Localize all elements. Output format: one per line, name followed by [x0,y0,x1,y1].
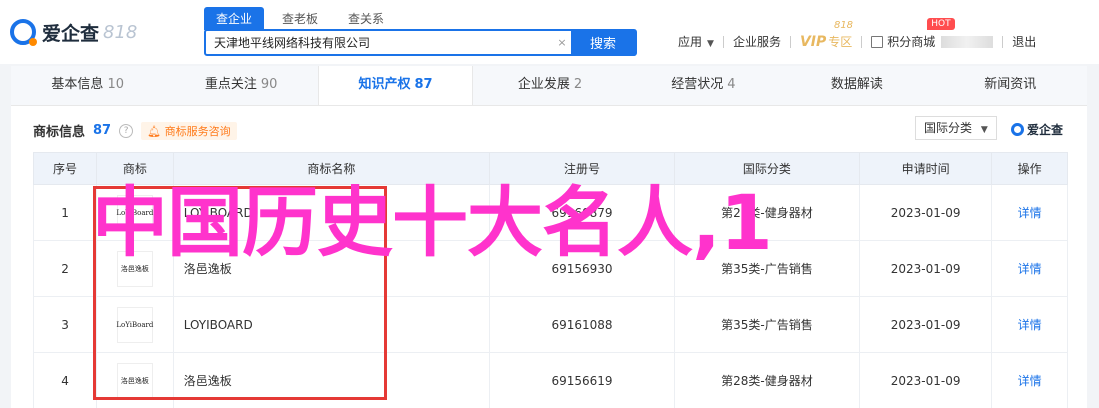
logo-text: 爱企查 [42,22,100,45]
filter-label: 国际分类 [924,121,973,135]
divider [789,35,791,48]
tab-development[interactable]: 企业发展 2 [473,66,626,105]
tab-label: 基本信息 [51,77,104,92]
tab-count: 10 [107,77,124,92]
gift-icon [871,36,884,48]
nav-points[interactable]: 积分商城 HOT [871,18,955,50]
tab-label: 重点关注 [204,77,257,92]
logout-link[interactable]: 退出 [1012,33,1036,50]
chevron-down-icon: ▼ [980,125,988,135]
intl-class: 第35类-广告销售 [673,296,860,353]
top-header: 爱企查 818 查企业 查老板 查关系 × 搜索 应用 ▼ 企业服务 818 VI… [0,0,1099,64]
consult-button[interactable]: 🔔︎ 商标服务咨询 [141,121,237,140]
brand-text: 爱企查 [1027,123,1064,137]
clear-icon[interactable]: × [553,31,571,54]
user-name-masked[interactable] [941,35,994,48]
tab-operation[interactable]: 经营状况 4 [627,66,780,105]
section-count: 87 [93,123,112,138]
apply-date: 2023-01-09 [858,184,993,241]
consult-label: 商标服务咨询 [164,124,231,138]
class-filter-select[interactable]: 国际分类 ▼ [915,116,997,140]
row-no: 1 [32,184,98,241]
col-no: 序号 [32,152,98,185]
brand-watermark: 爱企查 [1011,121,1063,138]
nav-vip[interactable]: 818 VIP 专区 [799,20,853,50]
overlay-caption: 中国历史十大名人,1 [92,178,773,267]
tab-count: 4 [727,77,736,92]
tab-label: 新闻资讯 [984,77,1037,92]
detail-link[interactable]: 详情 [1018,374,1042,388]
section-title: 商标信息 87 ? 🔔︎ 商标服务咨询 [33,121,237,140]
nav-service[interactable]: 企业服务 [733,33,781,50]
chevron-down-icon: ▼ [707,39,714,49]
tab-label: 企业发展 [517,77,570,92]
logo-icon [10,19,37,46]
search-tab-company[interactable]: 查企业 [204,7,265,30]
reg-number: 69156619 [489,352,675,408]
bell-icon: 🔔︎ [147,124,162,138]
search-tab-boss[interactable]: 查老板 [270,7,330,30]
row-no: 3 [32,296,98,353]
col-date: 申请时间 [858,152,993,185]
tab-basic-info[interactable]: 基本信息 10 [11,66,164,105]
tab-label: 知识产权 [358,77,411,92]
divider [1002,35,1004,48]
tab-count: 87 [414,77,433,92]
help-icon[interactable]: ? [119,123,134,138]
nav-app[interactable]: 应用 ▼ [678,33,714,50]
tab-news[interactable]: 新闻资讯 [934,66,1087,105]
search-button[interactable]: 搜索 [571,31,635,54]
row-no: 4 [32,352,98,408]
tab-label: 经营状况 [671,77,724,92]
col-op: 操作 [991,152,1068,185]
reg-number: 69161088 [489,296,675,353]
tab-count: 2 [573,77,583,92]
detail-link[interactable]: 详情 [1018,318,1042,332]
site-logo[interactable]: 爱企查 818 [10,18,137,46]
nav-app-label: 应用 [678,35,703,49]
search-tabs: 查企业 查老板 查关系 [204,7,396,30]
divider [861,35,863,48]
top-nav: 应用 ▼ 企业服务 818 VIP 专区 积分商城 HOT 退出 [678,18,1036,50]
detail-link[interactable]: 详情 [1018,262,1042,276]
tab-count: 90 [260,77,278,92]
vip-sub-label: 专区 [828,35,853,49]
apply-date: 2023-01-09 [858,240,993,297]
logo-818: 818 [103,21,138,43]
detail-tabs: 基本信息 10 重点关注 90 知识产权 87 企业发展 2 经营状况 4 数据解读 新闻… [11,66,1087,106]
vip-818-label: 818 [833,20,854,31]
logo-icon [1011,123,1024,136]
search-input[interactable] [206,31,553,54]
detail-link[interactable]: 详情 [1018,206,1042,220]
search-tab-relation[interactable]: 查关系 [336,7,396,30]
tab-data-insight[interactable]: 数据解读 [780,66,933,105]
search-box: × 搜索 [204,29,637,56]
row-no: 2 [32,240,98,297]
hot-badge: HOT [927,18,955,30]
tab-ip[interactable]: 知识产权 87 [317,66,474,105]
section-title-text: 商标信息 [33,125,86,140]
vip-label: VIP [799,34,827,50]
intl-class: 第28类-健身器材 [673,352,860,408]
nav-points-label: 积分商城 [887,35,936,49]
tab-label: 数据解读 [830,77,883,92]
apply-date: 2023-01-09 [858,296,993,353]
tab-key-focus[interactable]: 重点关注 90 [164,66,317,105]
apply-date: 2023-01-09 [858,352,993,408]
divider [722,35,724,48]
